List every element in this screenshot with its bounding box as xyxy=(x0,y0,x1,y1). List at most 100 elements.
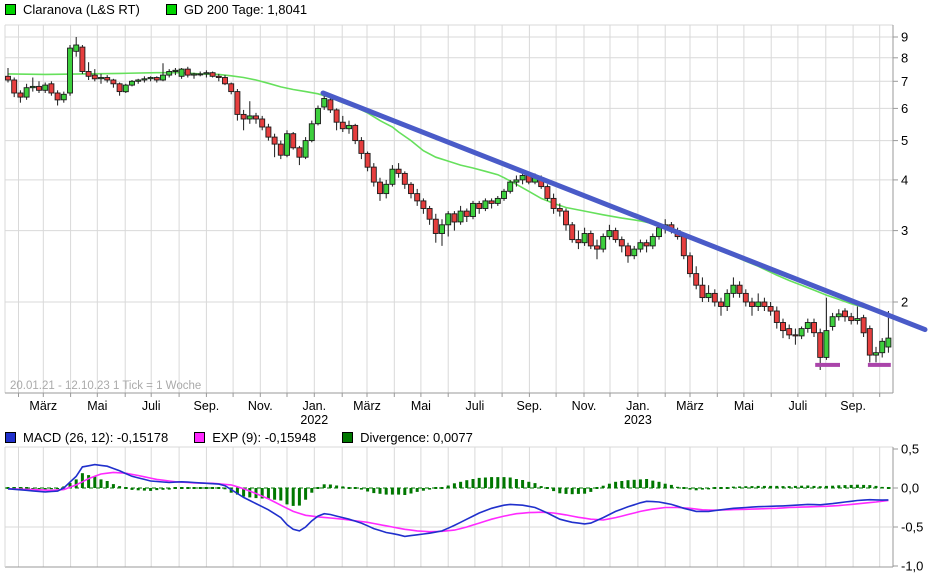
svg-text:Nov.: Nov. xyxy=(572,399,597,413)
candle xyxy=(433,219,438,233)
candle xyxy=(607,231,612,237)
candle xyxy=(210,73,215,77)
ma-label: GD 200 Tage: 1,8041 xyxy=(184,2,307,17)
svg-text:-0,5: -0,5 xyxy=(901,520,923,535)
candle xyxy=(762,302,767,307)
candle xyxy=(30,86,35,87)
candle xyxy=(700,285,705,297)
candle xyxy=(805,323,810,329)
support-marker xyxy=(815,363,840,367)
candle xyxy=(774,311,779,323)
candle xyxy=(706,293,711,297)
svg-text:-1,0: -1,0 xyxy=(901,559,923,574)
candle xyxy=(756,302,761,307)
period-info-text: 20.01.21 - 12.10.23 1 Tick = 1 Woche xyxy=(10,380,201,392)
candle xyxy=(824,331,829,358)
svg-text:Jan.: Jan. xyxy=(302,399,326,413)
svg-text:Mai: Mai xyxy=(734,399,754,413)
candle xyxy=(787,329,792,335)
candle xyxy=(471,203,476,216)
legend-item-macd: MACD (26, 12): -0,15178 xyxy=(5,430,168,445)
candle xyxy=(92,75,97,79)
candle xyxy=(216,76,221,77)
divergence-swatch-icon xyxy=(342,432,353,443)
candle xyxy=(43,85,48,90)
candle xyxy=(843,311,848,317)
svg-text:2022: 2022 xyxy=(300,413,328,427)
legend-item-divergence: Divergence: 0,0077 xyxy=(342,430,473,445)
chart-window: 98765432MärzMaiJuliSep.Nov.Jan.2022MärzM… xyxy=(0,0,940,578)
candle xyxy=(328,100,333,110)
macd-legend: MACD (26, 12): -0,15178 EXP (9): -0,1594… xyxy=(5,430,473,445)
candle xyxy=(179,69,184,76)
macd-swatch-icon xyxy=(5,432,16,443)
candle xyxy=(681,237,686,256)
candle xyxy=(874,353,879,355)
candle xyxy=(421,201,426,209)
svg-text:2: 2 xyxy=(901,295,908,310)
svg-text:Nov.: Nov. xyxy=(248,399,273,413)
price-and-macd-chart-svg: 98765432MärzMaiJuliSep.Nov.Jan.2022MärzM… xyxy=(0,0,940,578)
support-marker xyxy=(868,363,891,367)
candle xyxy=(68,48,73,93)
candle xyxy=(297,148,302,157)
candle xyxy=(520,176,525,180)
exp-swatch-icon xyxy=(194,432,205,443)
macd-axis-labels: 0,50,0-0,5-1,0 xyxy=(893,442,923,574)
legend-item-series: Claranova (L&S RT) xyxy=(5,2,140,17)
candle xyxy=(161,75,166,80)
candle xyxy=(334,110,339,122)
candle xyxy=(588,234,593,246)
candle xyxy=(396,169,401,173)
time-axis-labels: MärzMaiJuliSep.Nov.Jan.2022MärzMaiJuliSe… xyxy=(29,399,866,427)
candle xyxy=(6,76,11,80)
candle xyxy=(650,237,655,246)
macd-label: MACD (26, 12): -0,15178 xyxy=(23,430,168,445)
candle xyxy=(266,127,271,137)
candle xyxy=(130,81,135,85)
candle xyxy=(61,94,66,100)
svg-text:3: 3 xyxy=(901,223,908,238)
candle xyxy=(452,214,457,222)
candle xyxy=(247,116,252,119)
candle xyxy=(743,293,748,302)
trendline xyxy=(323,93,925,330)
candle xyxy=(235,92,240,115)
candle xyxy=(154,78,159,81)
candle xyxy=(390,169,395,184)
svg-text:Sep.: Sep. xyxy=(517,399,543,413)
candle xyxy=(551,198,556,208)
svg-text:Juli: Juli xyxy=(466,399,485,413)
legend-item-ma: GD 200 Tage: 1,8041 xyxy=(166,2,307,17)
candle xyxy=(37,86,42,90)
candle xyxy=(576,240,581,243)
candle xyxy=(111,80,116,84)
candle xyxy=(799,329,804,336)
candle xyxy=(384,184,389,193)
main-legend: Claranova (L&S RT) GD 200 Tage: 1,8041 xyxy=(5,2,307,17)
candle xyxy=(626,246,631,256)
candle xyxy=(198,74,203,75)
candle xyxy=(768,307,773,312)
svg-text:7: 7 xyxy=(901,74,908,89)
candle xyxy=(489,201,494,204)
candle xyxy=(601,237,606,250)
candle xyxy=(502,191,507,198)
candle xyxy=(737,285,742,293)
macd-grid xyxy=(5,488,893,527)
ma-swatch-icon xyxy=(166,4,177,15)
svg-text:Juli: Juli xyxy=(789,399,808,413)
candle xyxy=(867,329,872,356)
svg-text:Mai: Mai xyxy=(411,399,431,413)
candle xyxy=(204,73,209,74)
candle xyxy=(415,194,420,201)
candle xyxy=(353,125,358,140)
candle xyxy=(192,74,197,75)
candle xyxy=(458,211,463,222)
candle xyxy=(105,78,110,81)
candle xyxy=(694,274,699,286)
candle xyxy=(793,335,798,336)
candle xyxy=(632,249,637,256)
svg-text:März: März xyxy=(676,399,704,413)
candle xyxy=(638,243,643,249)
